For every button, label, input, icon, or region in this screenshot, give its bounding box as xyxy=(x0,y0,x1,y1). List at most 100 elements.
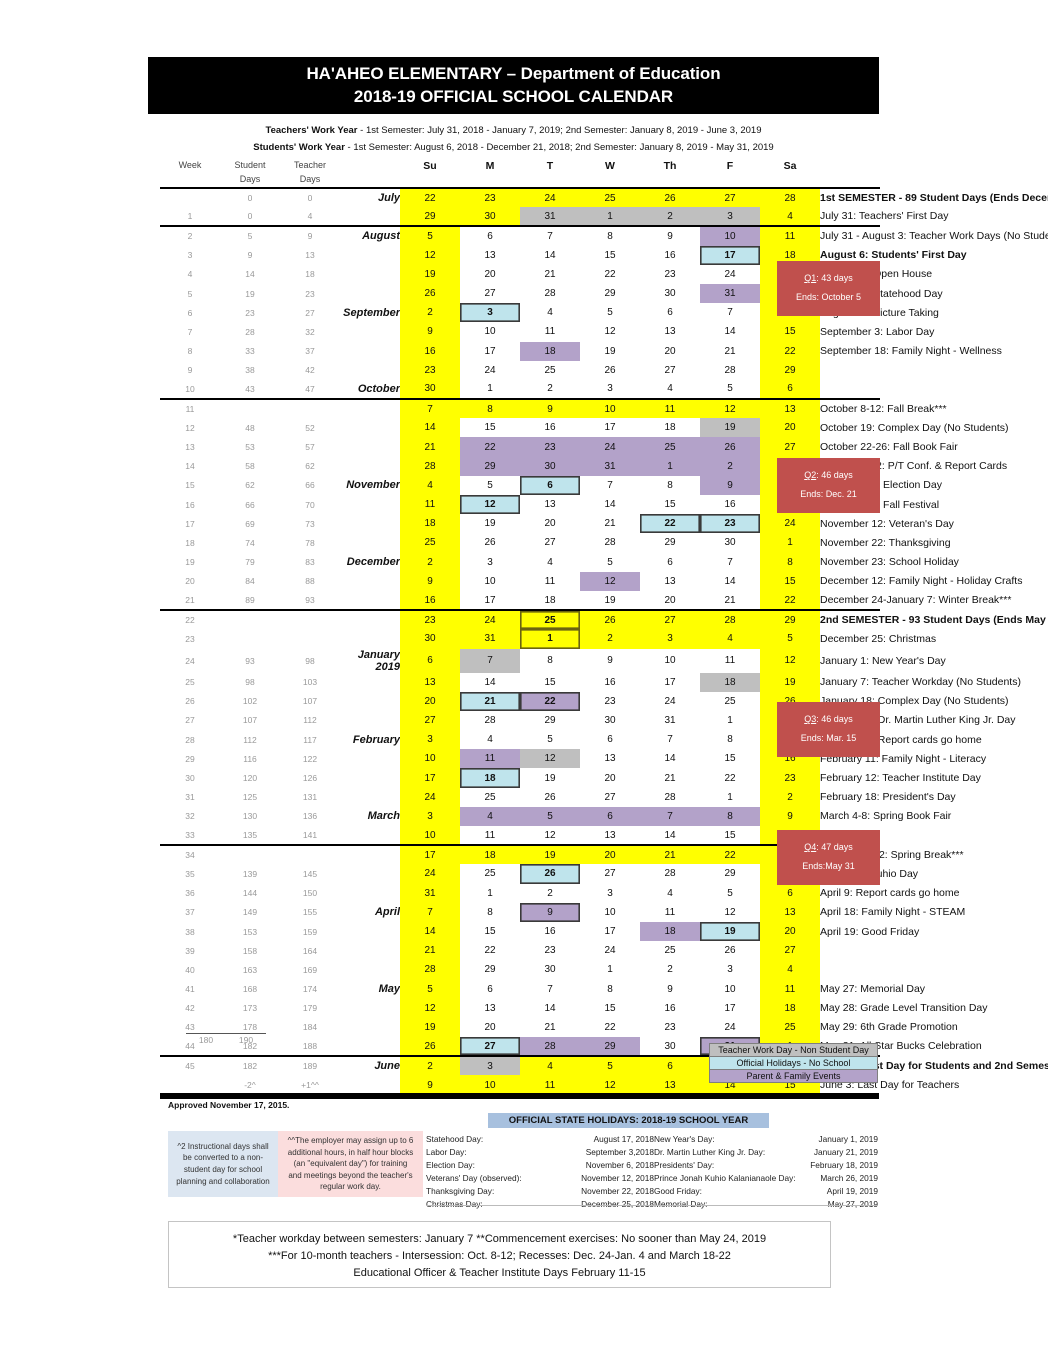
day-cell[interactable]: 14 xyxy=(580,495,640,515)
day-cell[interactable]: 1 xyxy=(520,629,580,649)
day-cell[interactable]: 4 xyxy=(520,303,580,323)
day-cell[interactable]: 7 xyxy=(580,475,640,495)
day-cell[interactable]: 9 xyxy=(520,398,580,419)
day-cell[interactable]: 4 xyxy=(400,475,460,495)
day-cell[interactable]: 18 xyxy=(640,418,700,438)
day-cell[interactable]: 5 xyxy=(580,1055,640,1076)
day-cell[interactable]: 17 xyxy=(400,844,460,865)
day-cell[interactable]: 21 xyxy=(640,844,700,865)
day-cell[interactable]: 16 xyxy=(640,245,700,265)
day-cell[interactable]: 17 xyxy=(460,590,520,612)
day-cell[interactable]: 16 xyxy=(640,998,700,1018)
day-cell[interactable]: 11 xyxy=(520,1075,580,1095)
day-cell[interactable]: 2 xyxy=(640,960,700,980)
day-cell[interactable]: 3 xyxy=(400,730,460,750)
day-cell[interactable]: 23 xyxy=(520,941,580,961)
day-cell[interactable]: 17 xyxy=(700,245,760,265)
day-cell[interactable]: 17 xyxy=(700,998,760,1018)
day-cell[interactable]: 24 xyxy=(760,514,820,534)
day-cell[interactable]: 27 xyxy=(460,283,520,304)
day-cell[interactable]: 18 xyxy=(460,768,520,788)
day-cell[interactable]: 28 xyxy=(700,609,760,630)
day-cell[interactable]: 6 xyxy=(400,648,460,673)
day-cell[interactable]: 10 xyxy=(460,322,520,342)
day-cell[interactable]: 4 xyxy=(760,207,820,228)
day-cell[interactable]: 14 xyxy=(400,921,460,942)
day-cell[interactable]: 27 xyxy=(580,787,640,807)
day-cell[interactable]: 16 xyxy=(520,921,580,942)
day-cell[interactable]: 29 xyxy=(400,207,460,228)
day-cell[interactable]: 30 xyxy=(520,456,580,476)
day-cell[interactable]: 29 xyxy=(580,1037,640,1058)
day-cell[interactable]: 10 xyxy=(460,1075,520,1095)
day-cell[interactable]: 30 xyxy=(400,629,460,649)
day-cell[interactable]: 27 xyxy=(460,1037,520,1058)
day-cell[interactable]: 12 xyxy=(700,398,760,419)
day-cell[interactable]: 6 xyxy=(640,552,700,572)
day-cell[interactable]: 22 xyxy=(700,844,760,865)
day-cell[interactable]: 23 xyxy=(700,514,760,534)
day-cell[interactable]: 11 xyxy=(760,979,820,999)
day-cell[interactable]: 6 xyxy=(520,475,580,495)
day-cell[interactable]: 4 xyxy=(460,806,520,826)
day-cell[interactable]: 4 xyxy=(760,960,820,980)
day-cell[interactable]: 16 xyxy=(580,672,640,692)
day-cell[interactable]: 29 xyxy=(760,609,820,630)
day-cell[interactable]: 31 xyxy=(400,883,460,903)
day-cell[interactable]: 24 xyxy=(400,864,460,884)
day-cell[interactable]: 22 xyxy=(520,691,580,711)
day-cell[interactable]: 7 xyxy=(460,648,520,673)
day-cell[interactable]: 18 xyxy=(520,590,580,612)
day-cell[interactable]: 10 xyxy=(400,749,460,769)
day-cell[interactable]: 22 xyxy=(760,341,820,361)
day-cell[interactable]: 5 xyxy=(520,730,580,750)
day-cell[interactable]: 2 xyxy=(580,629,640,649)
day-cell[interactable]: 8 xyxy=(460,398,520,419)
day-cell[interactable]: 13 xyxy=(460,998,520,1018)
day-cell[interactable]: 23 xyxy=(520,437,580,457)
day-cell[interactable]: 2 xyxy=(760,787,820,807)
day-cell[interactable]: 27 xyxy=(760,437,820,457)
day-cell[interactable]: 31 xyxy=(700,283,760,304)
day-cell[interactable]: 2 xyxy=(520,379,580,401)
day-cell[interactable]: 11 xyxy=(700,648,760,673)
day-cell[interactable]: 9 xyxy=(400,571,460,591)
day-cell[interactable]: 19 xyxy=(520,844,580,865)
day-cell[interactable]: 8 xyxy=(460,902,520,922)
day-cell[interactable]: 12 xyxy=(400,245,460,265)
day-cell[interactable]: 3 xyxy=(400,806,460,826)
day-cell[interactable]: 2 xyxy=(520,883,580,903)
day-cell[interactable]: 26 xyxy=(520,864,580,884)
day-cell[interactable]: 12 xyxy=(700,902,760,922)
day-cell[interactable]: 17 xyxy=(640,672,700,692)
day-cell[interactable]: 10 xyxy=(640,648,700,673)
day-cell[interactable]: 31 xyxy=(520,207,580,228)
day-cell[interactable]: 11 xyxy=(520,571,580,591)
day-cell[interactable]: 22 xyxy=(700,768,760,788)
day-cell[interactable]: 4 xyxy=(700,629,760,649)
day-cell[interactable]: 2 xyxy=(400,303,460,323)
day-cell[interactable]: 7 xyxy=(700,552,760,572)
day-cell[interactable]: 12 xyxy=(520,749,580,769)
day-cell[interactable]: 30 xyxy=(400,379,460,401)
day-cell[interactable]: 23 xyxy=(400,609,460,630)
day-cell[interactable]: 19 xyxy=(400,264,460,284)
day-cell[interactable]: 29 xyxy=(520,710,580,731)
day-cell[interactable]: 10 xyxy=(400,826,460,847)
day-cell[interactable]: 2 xyxy=(400,1055,460,1076)
day-cell[interactable]: 6 xyxy=(460,979,520,999)
day-cell[interactable]: 15 xyxy=(700,826,760,847)
day-cell[interactable]: 29 xyxy=(700,864,760,884)
day-cell[interactable]: 24 xyxy=(580,941,640,961)
day-cell[interactable]: 23 xyxy=(760,768,820,788)
day-cell[interactable]: 28 xyxy=(640,787,700,807)
day-cell[interactable]: 15 xyxy=(640,495,700,515)
day-cell[interactable]: 14 xyxy=(520,245,580,265)
day-cell[interactable]: 25 xyxy=(460,787,520,807)
day-cell[interactable]: 15 xyxy=(760,571,820,591)
day-cell[interactable]: 27 xyxy=(400,710,460,731)
day-cell[interactable]: 28 xyxy=(400,456,460,476)
day-cell[interactable]: 18 xyxy=(460,844,520,865)
day-cell[interactable]: 20 xyxy=(580,768,640,788)
day-cell[interactable]: 15 xyxy=(760,322,820,342)
